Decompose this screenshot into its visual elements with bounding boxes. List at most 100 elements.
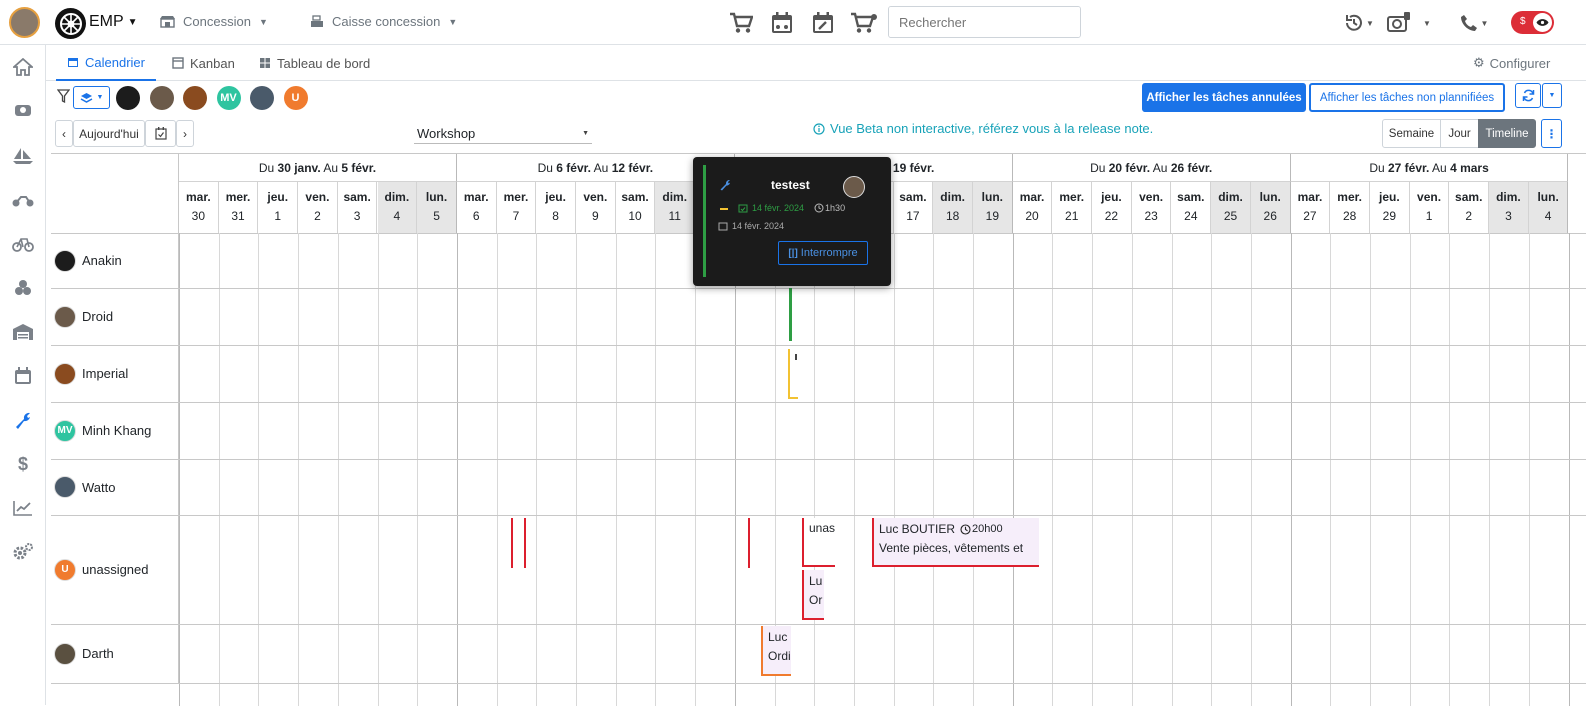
calendar-icon[interactable] bbox=[10, 363, 36, 389]
bicycle-icon[interactable] bbox=[10, 231, 36, 257]
parts-icon[interactable] bbox=[10, 275, 36, 301]
event-unas[interactable]: unas bbox=[802, 518, 835, 567]
filter-avatar[interactable]: MV bbox=[216, 86, 241, 110]
workshop-select[interactable]: Workshop ▼ bbox=[414, 124, 592, 144]
day-name: dim. bbox=[940, 190, 965, 204]
chart-line-icon[interactable] bbox=[10, 495, 36, 521]
clock-icon bbox=[814, 203, 824, 213]
resource-row-label[interactable]: Droid bbox=[51, 288, 179, 345]
date-picker-button[interactable] bbox=[145, 120, 176, 147]
tab-calendrier[interactable]: Calendrier bbox=[56, 45, 156, 81]
day-number: 26 bbox=[1263, 209, 1277, 223]
settings-icon[interactable] bbox=[10, 539, 36, 565]
camera-dropdown[interactable]: ▼ bbox=[1384, 10, 1434, 36]
day-header: mer. 31 bbox=[219, 182, 259, 233]
concession-dropdown[interactable]: Concession ▼ bbox=[160, 14, 268, 29]
boat-icon[interactable] bbox=[10, 143, 36, 169]
motorcycle-icon[interactable] bbox=[10, 187, 36, 213]
more-options-button[interactable]: ⋮ bbox=[1541, 119, 1562, 148]
week-label-mid: Au bbox=[1150, 161, 1171, 175]
show-unplanned-tasks-button[interactable]: Afficher les tâches non plannifiées bbox=[1309, 83, 1505, 112]
filter-avatar[interactable] bbox=[183, 86, 207, 110]
calendar-wrench-icon[interactable] bbox=[810, 10, 836, 36]
day-header: lun. 4 bbox=[1528, 182, 1569, 233]
caret-down-icon: ▼ bbox=[1480, 18, 1489, 28]
camera-icon bbox=[1387, 12, 1411, 32]
event-lu-or[interactable]: Lu Or bbox=[802, 570, 824, 620]
filter-icon[interactable] bbox=[56, 89, 71, 106]
previous-button[interactable]: ‹ bbox=[55, 120, 73, 147]
privacy-toggle[interactable]: $ bbox=[1511, 11, 1554, 34]
day-name: jeu. bbox=[1379, 190, 1400, 204]
popover-status-bar bbox=[703, 165, 706, 277]
day-number: 21 bbox=[1065, 209, 1079, 223]
caret-down-icon: ▼ bbox=[1548, 92, 1556, 99]
day-number: 30 bbox=[191, 209, 206, 223]
dollar-icon[interactable]: $ bbox=[10, 451, 36, 477]
day-number: 22 bbox=[1104, 209, 1119, 223]
view-timeline-button[interactable]: Timeline bbox=[1478, 119, 1536, 148]
day-number: 29 bbox=[1382, 209, 1397, 223]
tab-kanban[interactable]: Kanban bbox=[172, 45, 235, 81]
refresh-button[interactable] bbox=[1515, 83, 1541, 108]
interrupt-button[interactable]: [|] Interrompre bbox=[778, 241, 868, 265]
tab-tableau-de-bord[interactable]: Tableau de bord bbox=[259, 45, 370, 81]
event-luc-boutier[interactable]: Luc BOUTIER 20h00 Vente pièces, vêtement… bbox=[872, 518, 1039, 567]
day-number: 3 bbox=[353, 209, 361, 223]
history-dropdown[interactable]: ▼ bbox=[1342, 10, 1376, 36]
view-semaine-button[interactable]: Semaine bbox=[1382, 119, 1441, 148]
day-column-line bbox=[814, 233, 816, 706]
day-name: ven. bbox=[583, 190, 608, 204]
search-input[interactable] bbox=[889, 7, 1080, 37]
week-label-end: 4 mars bbox=[1450, 161, 1489, 175]
phone-dropdown[interactable]: ▼ bbox=[1458, 10, 1490, 36]
wrench-icon[interactable] bbox=[10, 407, 36, 433]
cart-icon[interactable] bbox=[728, 10, 754, 36]
day-column-line bbox=[576, 233, 577, 706]
filter-avatar[interactable] bbox=[149, 86, 174, 110]
customers-icon[interactable] bbox=[10, 97, 36, 123]
day-name: lun. bbox=[425, 190, 448, 204]
refresh-options-dropdown[interactable]: ▼ bbox=[1542, 83, 1562, 108]
event-marker-red[interactable] bbox=[511, 518, 513, 568]
resource-name: Darth bbox=[82, 646, 114, 661]
warehouse-icon[interactable] bbox=[10, 319, 36, 345]
resource-row-label[interactable]: Uunassigned bbox=[51, 515, 179, 624]
event-marker-red[interactable] bbox=[748, 518, 750, 568]
filter-avatar[interactable] bbox=[250, 86, 274, 110]
week-header: Du 20 févr. Au 26 févr. bbox=[1012, 154, 1291, 182]
event-darth[interactable]: Luc Ordi bbox=[761, 626, 791, 676]
brand-logo[interactable] bbox=[55, 8, 86, 39]
filter-avatar[interactable] bbox=[116, 86, 140, 110]
cart-moto-icon[interactable] bbox=[850, 10, 878, 36]
calendar-moto-icon[interactable] bbox=[769, 10, 795, 36]
view-jour-button[interactable]: Jour bbox=[1440, 119, 1479, 148]
home-icon[interactable] bbox=[10, 54, 36, 80]
user-avatar[interactable] bbox=[9, 7, 40, 38]
resource-avatar bbox=[54, 642, 76, 665]
layers-dropdown[interactable]: ▼ bbox=[73, 86, 110, 109]
day-column-line bbox=[1211, 233, 1213, 706]
resource-row-label[interactable]: Darth bbox=[51, 624, 179, 683]
resource-name: Imperial bbox=[82, 366, 129, 381]
resource-row-label[interactable]: Anakin bbox=[51, 233, 179, 288]
resource-row-label[interactable]: Imperial bbox=[51, 345, 179, 402]
day-column-line bbox=[973, 233, 974, 706]
resource-row-label[interactable]: MV Minh Khang bbox=[51, 402, 179, 459]
day-header: ven. 9 bbox=[576, 182, 616, 233]
day-number: 31 bbox=[231, 209, 245, 223]
resource-row-label[interactable]: Watto bbox=[51, 459, 179, 515]
caret-down-icon: ▼ bbox=[96, 94, 104, 101]
today-button[interactable]: Aujourd'hui bbox=[73, 120, 145, 147]
caret-down-icon: ▼ bbox=[1423, 18, 1431, 28]
caisse-dropdown[interactable]: Caisse concession ▼ bbox=[310, 14, 457, 29]
filter-avatar[interactable]: U bbox=[283, 86, 308, 110]
brand-dropdown[interactable]: EMP ▼ bbox=[89, 13, 138, 31]
next-button[interactable]: › bbox=[176, 120, 194, 147]
event-marker-green[interactable] bbox=[789, 288, 792, 341]
event-popover: testest 14 févr. 2024 1h30 14 févr. 2024… bbox=[693, 157, 891, 286]
event-marker-red[interactable] bbox=[524, 518, 526, 568]
day-column-line bbox=[615, 233, 617, 706]
show-cancelled-tasks-button[interactable]: Afficher les tâches annulées bbox=[1142, 83, 1306, 112]
configure-button[interactable]: ⚙ Configurer bbox=[1473, 55, 1550, 71]
